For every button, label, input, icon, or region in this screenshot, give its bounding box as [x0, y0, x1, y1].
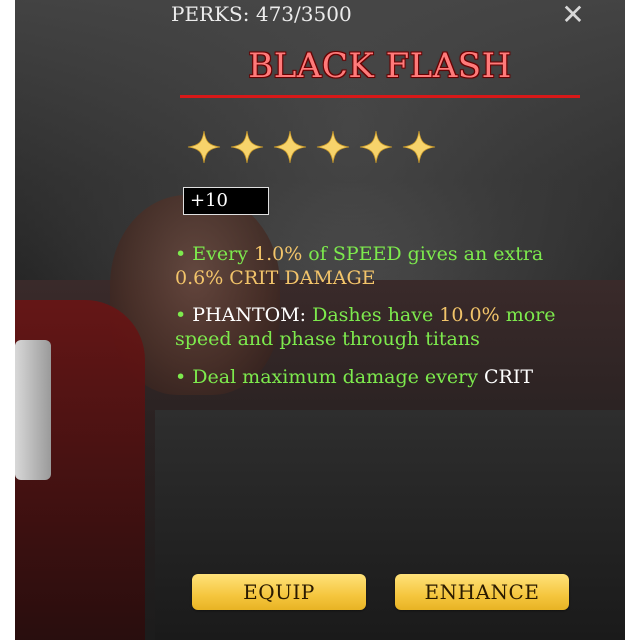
star-icon — [273, 130, 307, 164]
bullet: • — [175, 366, 187, 388]
text: Dashes have — [306, 304, 440, 326]
perk-level: +10 — [183, 187, 269, 215]
perk-description-1: • Every 1.0% of SPEED gives an extra 0.6… — [175, 242, 585, 290]
keyword: CRIT — [484, 366, 534, 388]
enhance-button[interactable]: ENHANCE — [395, 574, 569, 610]
value: 0.6% CRIT DAMAGE — [175, 267, 376, 289]
star-icon — [230, 130, 264, 164]
star-icon — [187, 130, 221, 164]
close-icon[interactable]: ✕ — [558, 0, 588, 30]
text: of SPEED gives an extra — [302, 243, 544, 265]
perk-description-2: • PHANTOM: Dashes have 10.0% more speed … — [175, 303, 585, 351]
star-icon — [359, 130, 393, 164]
bullet: • — [175, 243, 187, 265]
background-pole — [15, 340, 51, 480]
text: Deal maximum damage every — [192, 366, 484, 388]
star-icon — [316, 130, 350, 164]
equip-button[interactable]: EQUIP — [192, 574, 366, 610]
text: Every — [192, 243, 254, 265]
star-rating — [187, 130, 436, 164]
perk-title: BLACK FLASH — [248, 46, 512, 86]
bullet: • — [175, 304, 187, 326]
perk-description-3: • Deal maximum damage every CRIT — [175, 365, 585, 389]
title-underline — [180, 95, 580, 98]
star-icon — [402, 130, 436, 164]
keyword: PHANTOM: — [192, 304, 307, 326]
perks-counter: PERKS: 473/3500 — [171, 2, 352, 26]
value: 10.0% — [439, 304, 500, 326]
value: 1.0% — [253, 243, 303, 265]
background-character — [15, 300, 145, 640]
